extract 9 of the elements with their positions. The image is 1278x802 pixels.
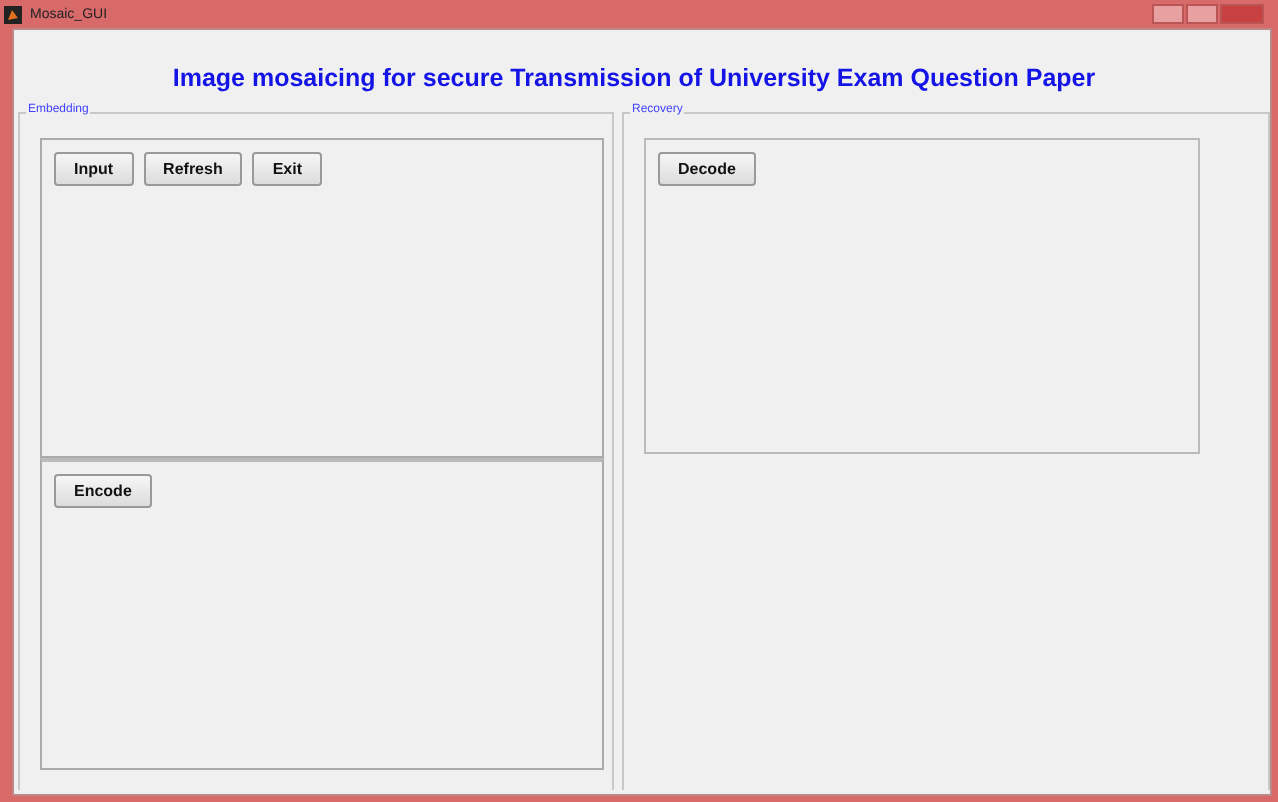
encode-button[interactable]: Encode	[54, 474, 152, 508]
maximize-button[interactable]	[1186, 4, 1218, 24]
minimize-button[interactable]	[1152, 4, 1184, 24]
app-icon	[4, 5, 22, 23]
push-button[interactable]: Input	[54, 152, 134, 186]
app-heading: Image mosaicing for secure Transmission of University Exam Question Paper	[172, 64, 1096, 92]
decode-button[interactable]: Decode	[658, 152, 756, 186]
push-button[interactable]: Refresh	[143, 152, 243, 186]
push-button[interactable]: Exit	[252, 152, 323, 186]
